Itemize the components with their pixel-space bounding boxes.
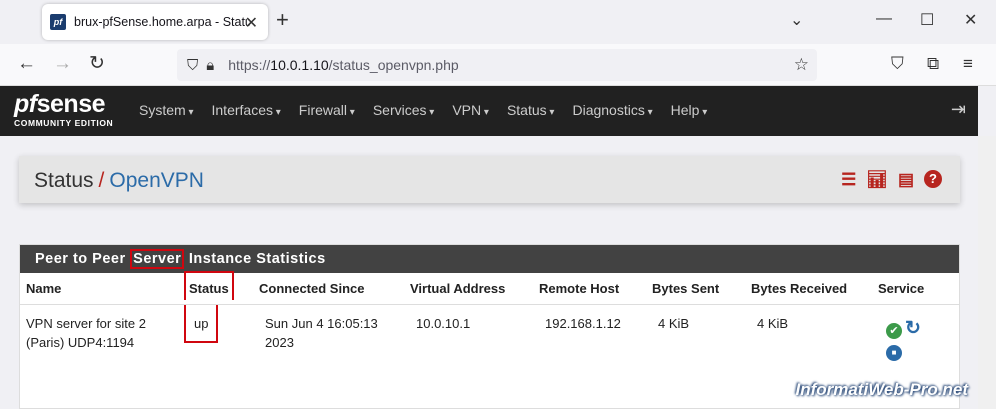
- table-row: VPN server for site 2 (Paris) UDP4:1194 …: [20, 304, 959, 361]
- watermark-text: InformatiWeb-Pro.net: [795, 380, 968, 399]
- col-remote-host: Remote Host: [533, 273, 646, 305]
- cell-bytes-received: 4 KiB: [757, 315, 789, 331]
- service-running-icon: ✔: [886, 322, 902, 339]
- breadcrumb-current[interactable]: OpenVPN: [109, 169, 204, 192]
- scrollbar[interactable]: [978, 136, 996, 409]
- maximize-icon[interactable]: ☐: [920, 10, 934, 30]
- col-status: Status: [178, 270, 253, 305]
- cell-status: up: [178, 304, 253, 361]
- back-icon[interactable]: ←: [17, 53, 36, 75]
- menu-interfaces[interactable]: Interfaces: [212, 102, 281, 118]
- panel-title: Peer to Peer Server Instance Statistics: [20, 245, 959, 273]
- menu-help[interactable]: Help: [671, 102, 708, 118]
- breadcrumb-parent: Status: [34, 169, 94, 192]
- reload-icon[interactable]: ↻: [89, 53, 105, 75]
- page-content: Status / OpenVPN ☰ 📊︎ ▤ ? Peer to Peer Ser…: [0, 136, 978, 409]
- url-text[interactable]: https://10.0.1.10/status_openvpn.php: [228, 57, 458, 73]
- new-tab-icon[interactable]: +: [276, 9, 289, 31]
- cell-virtual-address: 10.0.10.1: [416, 315, 471, 331]
- menu-firewall[interactable]: Firewall: [299, 102, 355, 118]
- minimize-icon[interactable]: —: [876, 10, 892, 28]
- menu-diagnostics[interactable]: Diagnostics: [572, 102, 652, 118]
- menu-vpn[interactable]: VPN: [452, 102, 489, 118]
- page-header: Status / OpenVPN ☰ 📊︎ ▤ ?: [19, 156, 960, 203]
- server-highlight-box: Server: [130, 249, 185, 269]
- tab-list-icon[interactable]: ⌄: [790, 10, 803, 30]
- browser-toolbar: ← → ↻ ⛉ 🔒︎ https://10.0.1.10/status_open…: [0, 44, 996, 86]
- col-name: Name: [20, 273, 178, 305]
- col-connected-since: Connected Since: [253, 273, 404, 305]
- list-alt-icon[interactable]: ▤: [898, 170, 914, 190]
- cell-remote-host: 192.168.1.12: [545, 315, 621, 331]
- main-menu: System Interfaces Firewall Services VPN …: [139, 102, 725, 118]
- cell-connected-since: Sun Jun 4 16:05:13 2023: [265, 315, 378, 350]
- menu-system[interactable]: System: [139, 102, 194, 118]
- pfsense-navbar: pfsense COMMUNITY EDITION System Interfa…: [0, 86, 978, 136]
- app-menu-icon[interactable]: ≡: [963, 54, 973, 74]
- col-virtual-address: Virtual Address: [404, 273, 533, 305]
- help-icon[interactable]: ?: [924, 170, 942, 188]
- col-bytes-sent: Bytes Sent: [646, 273, 745, 305]
- logout-icon[interactable]: ⇥: [951, 99, 966, 120]
- cell-name: VPN server for site 2 (Paris) UDP4:1194: [26, 315, 146, 350]
- tab-title: brux-pfSense.home.arpa - Status: [74, 15, 250, 29]
- pfsense-favicon-icon: pf: [50, 14, 66, 30]
- breadcrumb: Status / OpenVPN: [34, 169, 204, 193]
- pocket-icon[interactable]: ⛉: [891, 54, 904, 74]
- cell-service: ✔ ↻ ■: [872, 304, 959, 361]
- col-bytes-received: Bytes Received: [745, 273, 872, 305]
- tab-close-icon[interactable]: ✕: [245, 13, 258, 33]
- col-service: Service: [872, 273, 959, 305]
- breadcrumb-separator: /: [98, 169, 105, 192]
- menu-status[interactable]: Status: [507, 102, 555, 118]
- sliders-icon[interactable]: ☰: [841, 170, 856, 190]
- bookmark-star-icon[interactable]: ☆: [794, 55, 809, 75]
- stop-service-icon[interactable]: ■: [886, 344, 902, 361]
- close-window-icon[interactable]: ✕: [964, 10, 977, 30]
- address-bar[interactable]: ⛉ 🔒︎ https://10.0.1.10/status_openvpn.ph…: [177, 49, 817, 81]
- pfsense-logo[interactable]: pfsense COMMUNITY EDITION: [14, 91, 113, 129]
- menu-services[interactable]: Services: [373, 102, 435, 118]
- extensions-icon[interactable]: ⧉: [927, 54, 939, 74]
- server-statistics-table: Name Status Connected Since Virtual Addr…: [20, 270, 959, 361]
- browser-tab[interactable]: pf brux-pfSense.home.arpa - Status ✕: [42, 4, 268, 40]
- restart-service-icon[interactable]: ↻: [905, 319, 921, 338]
- lock-icon[interactable]: 🔒︎: [206, 57, 214, 74]
- cell-bytes-sent: 4 KiB: [658, 315, 690, 331]
- header-shortcuts: ☰ 📊︎ ▤ ?: [831, 170, 942, 190]
- browser-tab-strip: pf brux-pfSense.home.arpa - Status ✕ + ⌄…: [0, 0, 996, 44]
- forward-icon[interactable]: →: [53, 53, 72, 75]
- shield-icon[interactable]: ⛉: [187, 57, 198, 74]
- bar-chart-icon[interactable]: 📊︎: [866, 170, 888, 190]
